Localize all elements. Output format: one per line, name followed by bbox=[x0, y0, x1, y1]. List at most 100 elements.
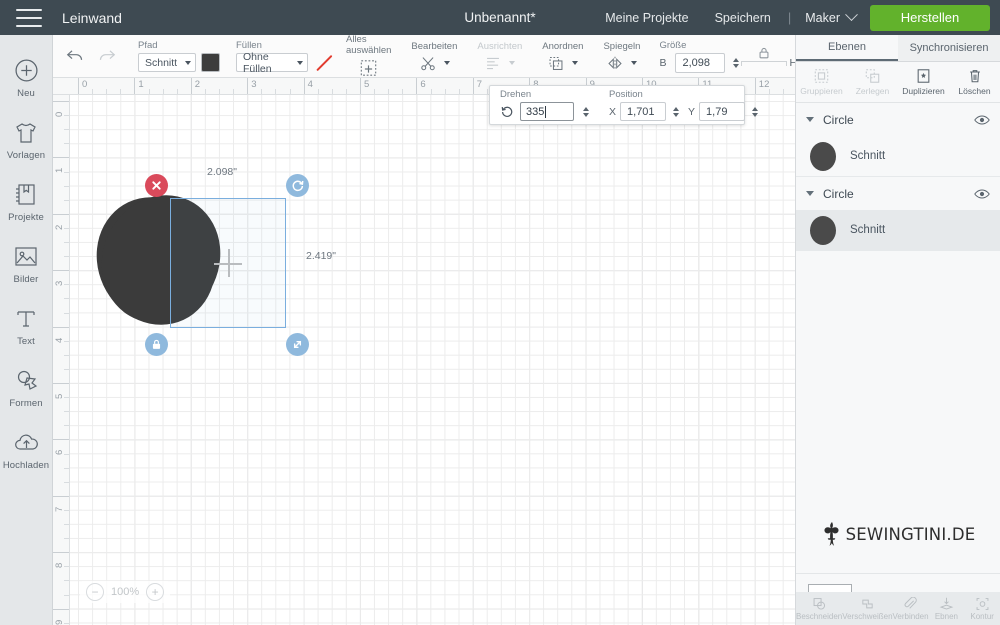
ungroup-button[interactable]: Zerlegen bbox=[847, 62, 898, 102]
machine-selector[interactable]: Maker bbox=[795, 8, 870, 25]
path-control: Pfad Schnitt bbox=[128, 35, 230, 78]
slice-button[interactable]: Beschneiden bbox=[796, 592, 842, 625]
duplicate-icon bbox=[915, 68, 932, 84]
chevron-down-icon bbox=[443, 61, 450, 65]
fill-value: Ohne Füllen bbox=[243, 50, 272, 75]
ruler-subtick bbox=[317, 89, 319, 94]
vertical-ruler: 0123456789 bbox=[53, 95, 70, 625]
make-it-button[interactable]: Herstellen bbox=[870, 4, 990, 31]
ruler-tick bbox=[53, 495, 69, 497]
design-canvas[interactable]: 2.098" 2.419" − 100% + bbox=[70, 95, 795, 625]
flip-button[interactable]: Spiegeln bbox=[593, 35, 650, 78]
path-caption: Pfad bbox=[138, 40, 158, 51]
toolbar: Pfad Schnitt Füllen Ohne Füllen Alles au… bbox=[53, 34, 931, 78]
canvas-label: Leinwand bbox=[62, 9, 122, 26]
ruler-subtick bbox=[64, 411, 69, 413]
select-all-label: Alles auswählen bbox=[346, 34, 392, 56]
ruler-subtick bbox=[64, 622, 69, 624]
height-dimension-label: 2.419" bbox=[306, 250, 337, 262]
position-y-stepper[interactable] bbox=[752, 106, 759, 117]
ruler-tick bbox=[78, 78, 79, 94]
ruler-subtick bbox=[219, 89, 220, 94]
position-y-input[interactable]: 1,79 bbox=[699, 102, 746, 121]
position-x-input[interactable]: 1,701 bbox=[620, 102, 667, 121]
resize-handle-icon[interactable] bbox=[286, 333, 309, 356]
chevron-down-icon[interactable] bbox=[806, 191, 814, 196]
path-select[interactable]: Schnitt bbox=[138, 53, 196, 72]
layer-group-header[interactable]: Circle bbox=[796, 103, 1000, 136]
redo-arrow-icon[interactable] bbox=[97, 48, 116, 64]
chevron-down-icon bbox=[509, 61, 516, 65]
layer-thumbnail bbox=[810, 141, 836, 171]
zoom-in-button[interactable]: + bbox=[146, 583, 165, 601]
delete-handle-icon[interactable] bbox=[145, 174, 168, 197]
tab-synchronisieren[interactable]: Synchronisieren bbox=[898, 35, 1000, 61]
group-button[interactable]: Gruppieren bbox=[796, 62, 847, 102]
notebook-icon bbox=[14, 181, 38, 208]
width-dimension-label: 2.098" bbox=[207, 166, 238, 178]
flip-icon bbox=[606, 55, 624, 72]
select-all-button[interactable]: Alles auswählen bbox=[336, 34, 401, 78]
right-panel: Ebenen Synchronisieren Gruppieren Zerleg… bbox=[795, 35, 1000, 625]
zoom-out-button[interactable]: − bbox=[86, 583, 104, 601]
position-x-stepper[interactable] bbox=[673, 106, 680, 117]
ruler-subtick bbox=[64, 580, 69, 582]
group-label: Gruppieren bbox=[800, 86, 843, 96]
width-label: B bbox=[659, 56, 667, 69]
sidebar-item-label: Formen bbox=[9, 398, 43, 409]
duplicate-button[interactable]: Duplizieren bbox=[898, 62, 949, 102]
sidebar-item-neu[interactable]: Neu bbox=[0, 47, 53, 109]
weld-button[interactable]: Verschweißen bbox=[842, 592, 893, 625]
sidebar-item-formen[interactable]: Formen bbox=[0, 357, 53, 419]
layer-actions: Gruppieren Zerlegen Duplizieren Löschen bbox=[796, 62, 1000, 103]
sidebar-item-projekte[interactable]: Projekte bbox=[0, 171, 53, 233]
edit-button[interactable]: Bearbeiten bbox=[401, 35, 467, 78]
chevron-down-icon bbox=[845, 8, 858, 22]
layer-group-header[interactable]: Circle bbox=[796, 177, 1000, 210]
ruler-subtick bbox=[162, 89, 164, 94]
attach-button[interactable]: Verbinden bbox=[893, 592, 929, 625]
ruler-subtick bbox=[64, 594, 69, 596]
width-input[interactable]: 2,098 bbox=[675, 52, 726, 73]
contour-button[interactable]: Kontur bbox=[964, 592, 1000, 625]
ruler-tick bbox=[53, 270, 69, 272]
position-x-label: X bbox=[609, 105, 617, 118]
delete-button[interactable]: Löschen bbox=[949, 62, 1000, 102]
slice-label: Beschneiden bbox=[796, 611, 843, 621]
sidebar-item-bilder[interactable]: Bilder bbox=[0, 233, 53, 295]
flatten-button[interactable]: Ebnen bbox=[929, 592, 965, 625]
align-button[interactable]: Ausrichten bbox=[467, 35, 532, 78]
ruler-subtick bbox=[64, 171, 69, 173]
fill-select[interactable]: Ohne Füllen bbox=[236, 50, 309, 75]
sidebar-item-text[interactable]: Text bbox=[0, 295, 53, 357]
my-projects-link[interactable]: Meine Projekte bbox=[592, 11, 701, 25]
lock-handle-icon[interactable] bbox=[145, 333, 168, 356]
eye-icon[interactable] bbox=[974, 114, 990, 126]
hamburger-icon[interactable] bbox=[16, 8, 42, 27]
ruler-subtick bbox=[64, 115, 69, 117]
sidebar-item-vorlagen[interactable]: Vorlagen bbox=[0, 109, 53, 171]
tab-ebenen[interactable]: Ebenen bbox=[796, 35, 898, 61]
rotate-handle-icon[interactable] bbox=[286, 174, 309, 197]
layer-row[interactable]: Schnitt bbox=[796, 136, 1000, 176]
chevron-down-icon[interactable] bbox=[806, 117, 814, 122]
size-lock-button[interactable] bbox=[739, 35, 789, 78]
eye-icon[interactable] bbox=[974, 188, 990, 200]
sidebar-item-hochladen[interactable]: Hochladen bbox=[0, 419, 53, 481]
sidebar-item-label: Hochladen bbox=[2, 460, 50, 471]
path-color-swatch[interactable] bbox=[201, 53, 220, 72]
no-fill-icon[interactable] bbox=[313, 53, 330, 72]
ruler-subtick bbox=[64, 538, 69, 540]
arrange-button[interactable]: Anordnen bbox=[532, 35, 593, 78]
undo-arrow-icon[interactable] bbox=[66, 48, 85, 64]
rotate-stepper[interactable] bbox=[583, 106, 589, 117]
left-sidebar: Neu Vorlagen Projekte Bilder Text Formen… bbox=[0, 35, 53, 625]
ruler-subtick bbox=[64, 199, 69, 201]
rotate-input[interactable]: 335 bbox=[520, 102, 574, 121]
ruler-tick bbox=[53, 552, 69, 554]
size-control: Größe B 2,098 bbox=[650, 35, 740, 78]
layer-row[interactable]: Schnitt bbox=[796, 210, 1000, 250]
position-section: Position X 1,701 Y 1,79 bbox=[599, 85, 768, 125]
slice-icon bbox=[812, 597, 827, 611]
save-button[interactable]: Speichern bbox=[702, 11, 784, 25]
